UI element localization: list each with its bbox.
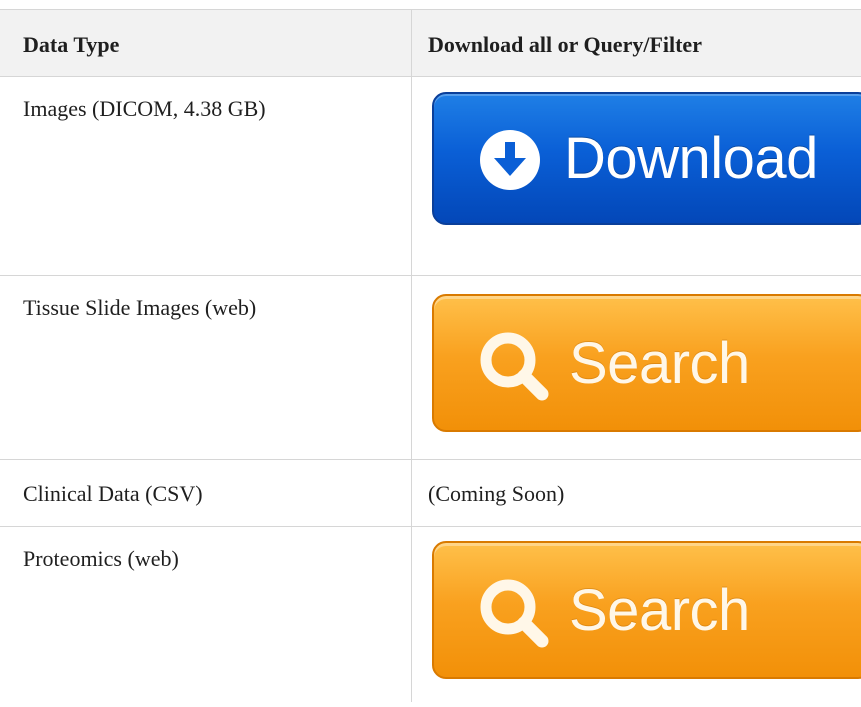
header-data-type: Data Type — [23, 32, 120, 57]
download-button-label: Download — [564, 126, 818, 191]
download-button[interactable]: Download — [432, 92, 861, 225]
data-type-label: Clinical Data (CSV) — [23, 481, 203, 506]
search-button-label: Search — [569, 331, 750, 396]
data-download-table: Data Type Download all or Query/Filter I… — [0, 9, 861, 707]
search-icon — [474, 573, 552, 651]
proteomics-search-button[interactable]: Search — [432, 541, 861, 679]
table-row: Clinical Data (CSV) (Coming Soon) — [0, 460, 861, 527]
data-type-label: Images (DICOM, 4.38 GB) — [23, 96, 266, 121]
tissue-search-button[interactable]: Search — [432, 294, 861, 432]
column-divider — [411, 9, 412, 702]
data-type-label: Tissue Slide Images (web) — [23, 295, 257, 320]
table-row: Images (DICOM, 4.38 GB) Download — [0, 77, 861, 276]
table-row: Tissue Slide Images (web) Search — [0, 276, 861, 460]
header-download-query: Download all or Query/Filter — [428, 32, 702, 57]
download-circle-icon — [472, 122, 548, 198]
search-button-label: Search — [569, 578, 750, 643]
data-type-label: Proteomics (web) — [23, 546, 179, 571]
search-icon — [474, 326, 552, 404]
table-row: Proteomics (web) Search — [0, 527, 861, 707]
coming-soon-text: (Coming Soon) — [428, 481, 565, 506]
table-header-row: Data Type Download all or Query/Filter — [0, 10, 861, 77]
